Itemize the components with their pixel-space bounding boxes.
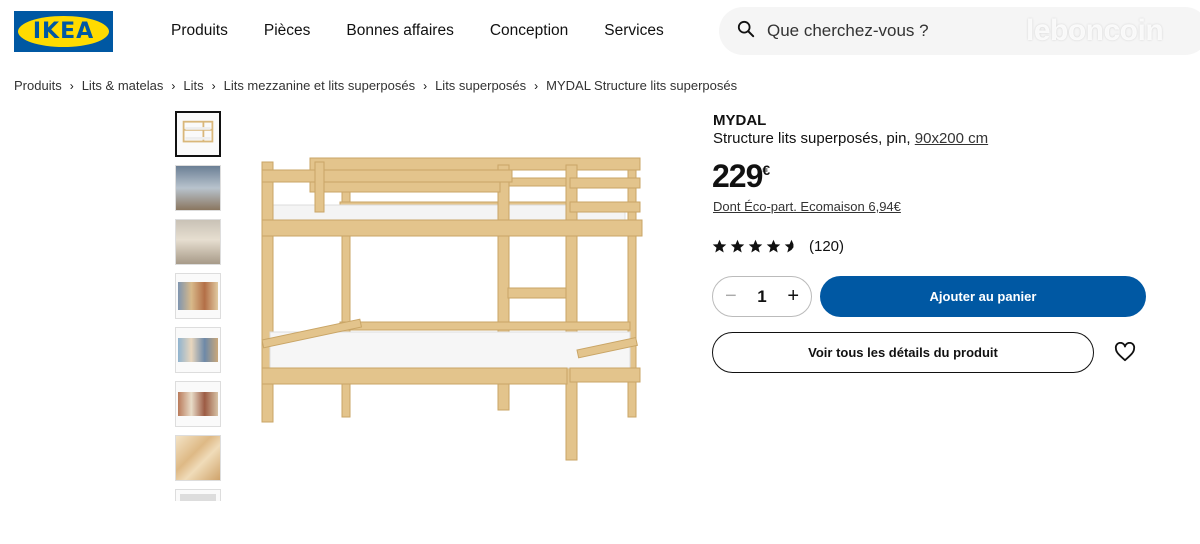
product-price: 229€	[712, 158, 770, 195]
plus-icon[interactable]: +	[787, 285, 799, 308]
logo-text: IKEA	[32, 19, 95, 44]
add-to-cart-button[interactable]: Ajouter au panier	[820, 276, 1146, 317]
price-currency: €	[762, 162, 770, 178]
breadcrumb-item[interactable]: Lits superposés	[435, 78, 526, 93]
breadcrumb-item[interactable]: Produits	[14, 78, 62, 93]
thumbnail-7[interactable]	[175, 435, 221, 481]
main-nav: Produits Pièces Bonnes affaires Concepti…	[171, 22, 700, 40]
star-icon	[766, 239, 781, 253]
chevron-right-icon: ›	[534, 78, 539, 93]
product-size-link[interactable]: 90x200 cm	[915, 130, 988, 147]
breadcrumb-item[interactable]: Lits mezzanine et lits superposés	[224, 78, 415, 93]
logo-oval: IKEA	[18, 16, 109, 47]
price-value: 229	[712, 158, 763, 194]
star-icon	[712, 239, 727, 253]
heart-icon[interactable]	[1114, 342, 1136, 362]
watermark: leboncoin	[1026, 14, 1164, 47]
minus-icon[interactable]: −	[725, 285, 737, 308]
breadcrumb-current: MYDAL Structure lits superposés	[546, 78, 738, 93]
chevron-right-icon: ›	[69, 78, 74, 93]
star-icon	[748, 239, 763, 253]
search-icon	[737, 20, 755, 43]
breadcrumb: Produits › Lits & matelas › Lits › Lits …	[14, 78, 737, 93]
review-count: (120)	[809, 238, 845, 255]
star-half-icon	[784, 239, 794, 253]
thumbnail-8[interactable]	[175, 489, 221, 501]
thumbnail-6[interactable]	[175, 381, 221, 427]
nav-bonnes-affaires[interactable]: Bonnes affaires	[346, 22, 453, 40]
product-description-text: Structure lits superposés, pin,	[713, 130, 911, 147]
thumbnail-5[interactable]	[175, 327, 221, 373]
product-rating[interactable]: (120)	[712, 238, 844, 255]
quantity-stepper: − 1 +	[712, 276, 812, 317]
product-description: Structure lits superposés, pin, 90x200 c…	[713, 130, 988, 147]
breadcrumb-item[interactable]: Lits & matelas	[82, 78, 164, 93]
nav-pieces[interactable]: Pièces	[264, 22, 311, 40]
star-icon	[730, 239, 745, 253]
product-details-button[interactable]: Voir tous les détails du produit	[712, 332, 1094, 373]
chevron-right-icon: ›	[171, 78, 176, 93]
nav-services[interactable]: Services	[604, 22, 663, 40]
nav-conception[interactable]: Conception	[490, 22, 568, 40]
thumbnail-3[interactable]	[175, 219, 221, 265]
product-image	[261, 157, 643, 461]
quantity-value[interactable]: 1	[757, 287, 766, 307]
breadcrumb-item[interactable]: Lits	[183, 78, 203, 93]
ikea-logo[interactable]: IKEA	[14, 11, 113, 52]
thumbnail-4[interactable]	[175, 273, 221, 319]
product-name: MYDAL	[713, 112, 767, 129]
chevron-right-icon: ›	[423, 78, 428, 93]
chevron-right-icon: ›	[211, 78, 216, 93]
thumbnail-1[interactable]	[175, 111, 221, 157]
thumbnail-list	[175, 111, 222, 501]
search-placeholder: Que cherchez-vous ?	[767, 21, 929, 40]
nav-produits[interactable]: Produits	[171, 22, 228, 40]
eco-participation-link[interactable]: Dont Éco-part. Ecomaison 6,94€	[713, 199, 901, 214]
thumbnail-2[interactable]	[175, 165, 221, 211]
